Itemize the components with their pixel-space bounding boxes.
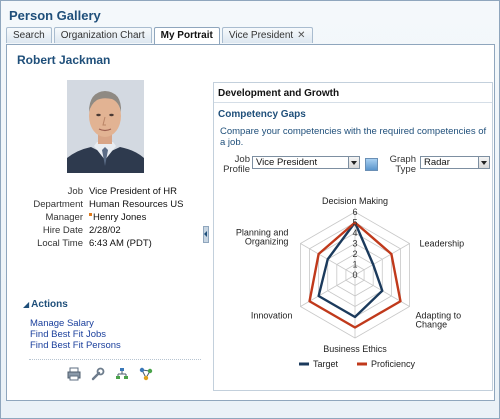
app-window: Person Gallery Search Organization Chart… xyxy=(0,0,500,419)
collapse-triangle-icon[interactable]: ◢ xyxy=(23,300,29,309)
tab-bar: Search Organization Chart My Portrait Vi… xyxy=(6,27,313,45)
radar-category-label: Business Ethics xyxy=(323,344,387,354)
competency-gaps-title: Competency Gaps xyxy=(218,109,306,120)
development-panel: Development and Growth Competency Gaps C… xyxy=(213,82,493,391)
network-icon[interactable] xyxy=(139,367,153,381)
radar-tick-label: 2 xyxy=(352,249,357,259)
detail-label: Local Time xyxy=(37,238,83,249)
tab-label: Search xyxy=(13,30,45,41)
printer-icon[interactable] xyxy=(67,367,81,381)
tab-vice-president[interactable]: Vice President ✕ xyxy=(221,27,313,43)
detail-label: Manager xyxy=(45,212,84,223)
legend-label: Target xyxy=(313,359,339,369)
competency-description: Compare your competencies with the requi… xyxy=(220,126,487,148)
detail-row-job: Job Vice President of HR xyxy=(17,185,207,198)
wrench-icon[interactable] xyxy=(91,367,105,381)
radar-tick-label: 6 xyxy=(352,207,357,217)
radar-category-label: Decision Making xyxy=(322,196,388,206)
chevron-down-icon[interactable] xyxy=(478,157,489,168)
portrait-toolbar xyxy=(67,367,153,381)
person-photo-image xyxy=(67,80,144,173)
radar-category-label: Innovation xyxy=(251,311,293,321)
manage-salary-link[interactable]: Manage Salary xyxy=(30,318,121,329)
job-profile-value: Vice President xyxy=(256,157,318,168)
tab-label: My Portrait xyxy=(160,30,213,41)
detail-value: 6:43 AM (PDT) xyxy=(89,238,152,249)
radar-tick-label: 0 xyxy=(352,270,357,280)
detail-value: 2/28/02 xyxy=(89,225,121,236)
actions-list: Manage Salary Find Best Fit Jobs Find Be… xyxy=(30,318,121,351)
person-photo xyxy=(67,80,144,173)
panel-collapse-splitter[interactable] xyxy=(203,226,209,243)
detail-row-department: Department Human Resources US xyxy=(17,198,207,211)
radar-tick-label: 3 xyxy=(352,239,357,249)
actions-divider xyxy=(29,359,201,360)
person-details: Job Vice President of HR Department Huma… xyxy=(17,185,207,250)
detail-value: Vice President of HR xyxy=(89,186,178,197)
radar-category-label: Leadership xyxy=(420,239,465,249)
find-best-fit-jobs-link[interactable]: Find Best Fit Jobs xyxy=(30,329,121,340)
detail-row-hire-date: Hire Date 2/28/02 xyxy=(17,224,207,237)
graph-type-value: Radar xyxy=(424,157,450,168)
person-name: Robert Jackman xyxy=(17,53,111,67)
actions-title: Actions xyxy=(31,299,68,310)
tab-my-portrait[interactable]: My Portrait xyxy=(153,27,220,45)
detail-value-manager: Henry Jones xyxy=(89,211,146,224)
portrait-content: Robert Jackman Job Vice President of HR xyxy=(6,44,495,401)
competency-radar-chart: 0123456Decision Making Leadership Adapting… xyxy=(236,196,465,369)
legend-label: Proficiency xyxy=(371,359,416,369)
detail-value: Human Resources US xyxy=(89,199,184,210)
radar-category-label: Planning and Organizing xyxy=(236,228,289,247)
detail-row-manager: Manager Henry Jones xyxy=(17,211,207,224)
chevron-down-icon[interactable] xyxy=(348,157,359,168)
app-title: Person Gallery xyxy=(9,8,101,23)
find-best-fit-persons-link[interactable]: Find Best Fit Persons xyxy=(30,340,121,351)
panel-title: Development and Growth xyxy=(214,83,492,103)
presence-indicator-icon xyxy=(89,213,92,216)
radar-tick-label: 4 xyxy=(352,228,357,238)
manager-link[interactable]: Henry Jones xyxy=(93,212,146,223)
actions-header[interactable]: ◢ Actions xyxy=(23,299,68,310)
detail-label: Job xyxy=(67,186,83,197)
radar-tick-label: 1 xyxy=(352,260,357,270)
detail-label: Hire Date xyxy=(42,225,83,236)
radar-category-label: Adapting to Change xyxy=(416,311,462,330)
close-tab-icon[interactable]: ✕ xyxy=(297,30,305,41)
tab-label: Vice President xyxy=(228,30,294,41)
radar-tick-label: 5 xyxy=(352,218,357,228)
org-chart-icon[interactable] xyxy=(115,367,129,381)
collapse-left-icon[interactable] xyxy=(204,231,207,237)
tab-label: Organization Chart xyxy=(60,30,145,41)
detail-row-local-time: Local Time 6:43 AM (PDT) xyxy=(17,237,207,250)
tab-organization-chart[interactable]: Organization Chart xyxy=(53,27,152,43)
tab-search[interactable]: Search xyxy=(6,27,52,43)
detail-label: Department xyxy=(33,199,83,210)
